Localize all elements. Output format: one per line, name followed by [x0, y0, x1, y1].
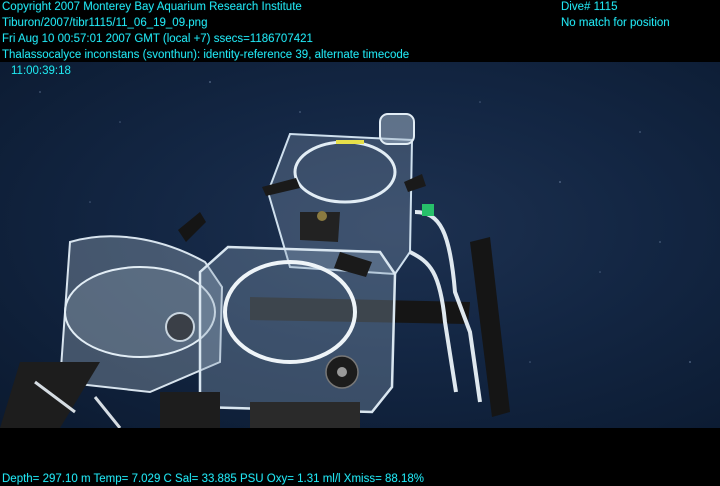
- copyright-text: Copyright 2007 Monterey Bay Aquarium Res…: [2, 1, 302, 13]
- sensor-readout-text: Depth= 297.10 m Temp= 7.029 C Sal= 33.88…: [2, 473, 425, 485]
- underwater-scene: [0, 62, 720, 428]
- annotation-text: Thalassocalyce inconstans (svonthun): id…: [2, 49, 410, 61]
- rov-sampler-image: [0, 81, 691, 428]
- dive-number-text: Dive# 1115: [561, 1, 618, 13]
- position-status-text: No match for position: [561, 17, 670, 29]
- video-frame: Copyright 2007 Monterey Bay Aquarium Res…: [0, 0, 720, 486]
- timecode-text: 11:00:39:18: [11, 65, 71, 77]
- file-path-text: Tiburon/2007/tibr1115/11_06_19_09.png: [2, 17, 208, 29]
- datetime-text: Fri Aug 10 00:57:01 2007 GMT (local +7) …: [2, 33, 313, 45]
